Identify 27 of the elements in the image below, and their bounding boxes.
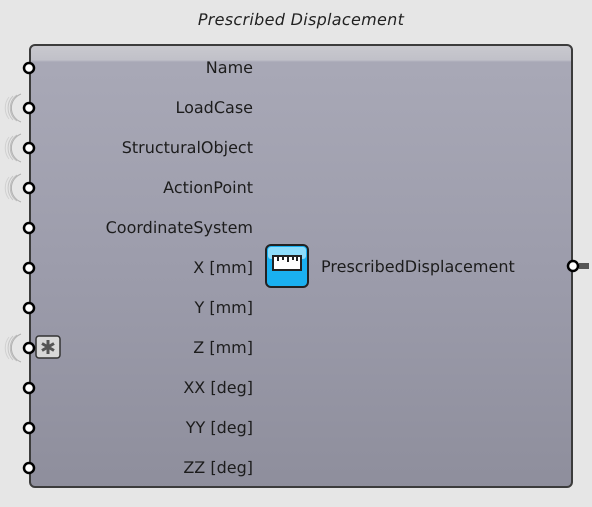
output-label: PrescribedDisplacement [321, 256, 515, 276]
input-label: Z [mm] [193, 338, 253, 356]
input-label: StructuralObject [122, 138, 253, 156]
input-label: LoadCase [175, 98, 253, 116]
input-label: XX [deg] [183, 378, 253, 396]
input-grip-icon[interactable] [22, 221, 36, 235]
input-grip-icon[interactable] [22, 341, 36, 355]
input-label: YY [deg] [186, 418, 253, 436]
input-grip-icon[interactable] [22, 61, 36, 75]
input-grip-icon[interactable] [22, 461, 36, 475]
input-label: ActionPoint [163, 178, 253, 196]
output-grip-icon[interactable] [566, 259, 580, 273]
input-label: Name [206, 58, 253, 76]
input-grip-icon[interactable] [22, 261, 36, 275]
component-body[interactable]: Name LoadCase StructuralObject ActionPoint CoordinateSystem X [mm] Y [mm] Z [mm] XX [deg] YY [deg] ZZ [deg] PrescribedDisplacement [29, 44, 573, 488]
input-grip-icon[interactable] [22, 421, 36, 435]
input-grip-icon[interactable] [22, 101, 36, 115]
input-grip-icon[interactable] [22, 301, 36, 315]
input-label: X [mm] [193, 258, 253, 276]
component-title: Prescribed Displacement [198, 10, 404, 31]
input-grip-icon[interactable] [22, 141, 36, 155]
input-label: Y [mm] [194, 298, 253, 316]
input-grip-icon[interactable] [22, 381, 36, 395]
ruler-icon [265, 244, 309, 288]
input-label: CoordinateSystem [106, 218, 253, 236]
input-grip-icon[interactable] [22, 181, 36, 195]
input-label: ZZ [deg] [183, 458, 253, 476]
